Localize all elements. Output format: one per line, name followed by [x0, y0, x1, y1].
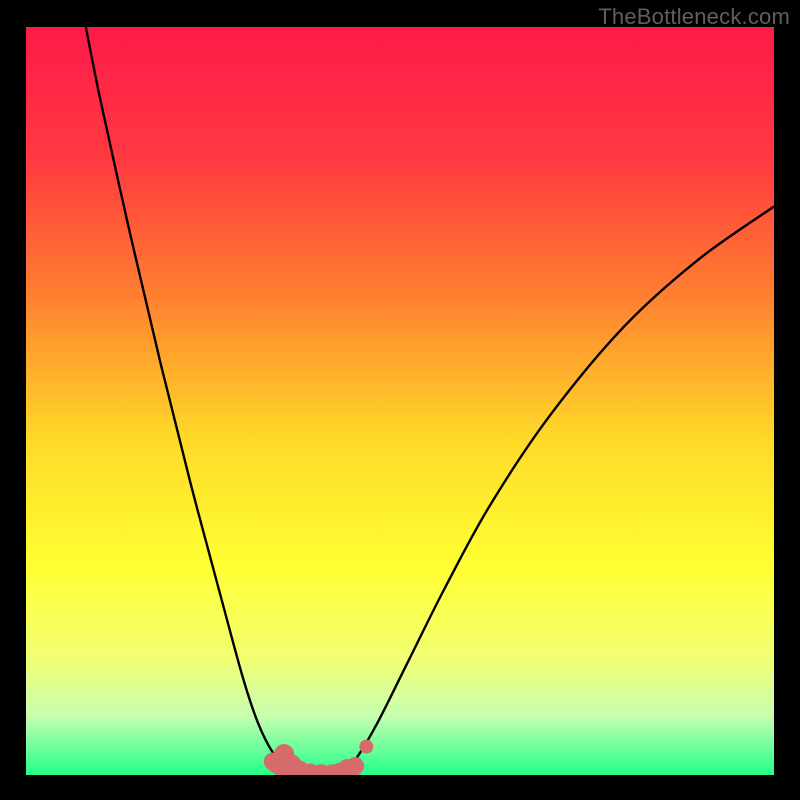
marker-point [359, 740, 373, 754]
chart-svg [26, 27, 774, 775]
chart-frame [26, 27, 774, 775]
curve-left-curve [86, 27, 303, 775]
curve-right-curve [340, 207, 774, 775]
